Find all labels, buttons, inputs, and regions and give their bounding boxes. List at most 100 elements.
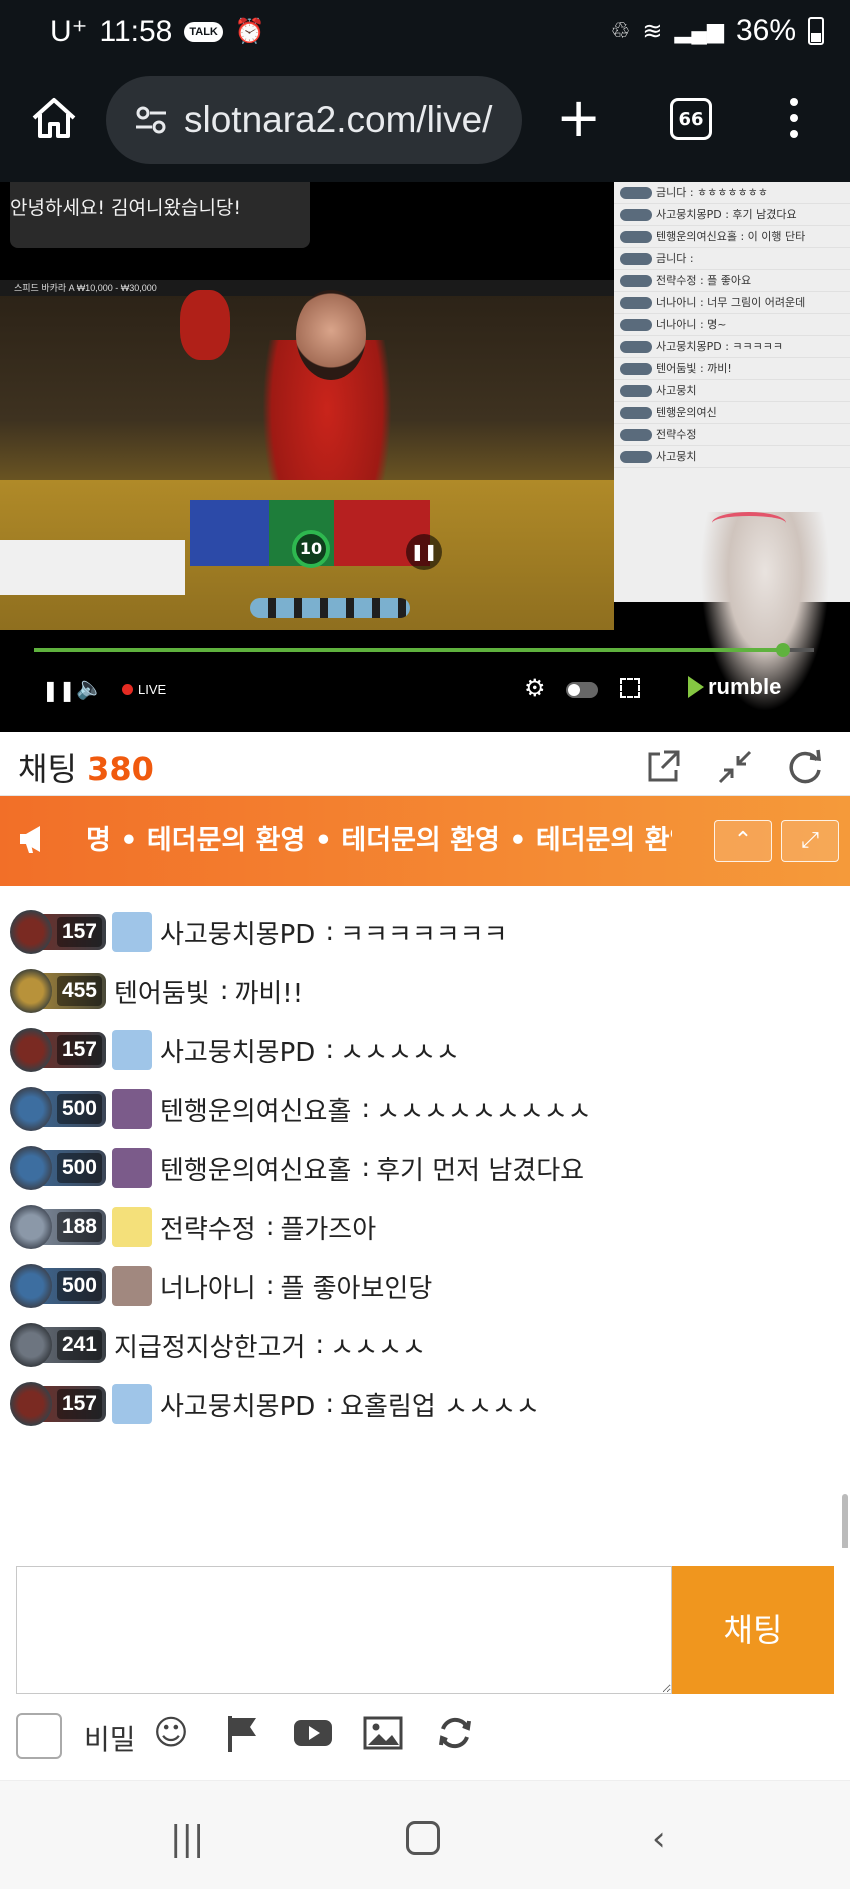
refresh-icon[interactable] — [786, 748, 824, 786]
level-badge: 455 — [10, 969, 106, 1013]
autoplay-toggle[interactable] — [566, 682, 598, 698]
live-casino-stream: 스피드 바카라 A ₩10,000 - ₩30,000 10 ❚❚ — [0, 280, 614, 630]
level-badge: 500 — [10, 1087, 106, 1131]
gear-icon[interactable]: ⚙ — [524, 674, 546, 702]
user-nickname[interactable]: 전략수정 — [160, 1209, 256, 1246]
progress-handle[interactable] — [775, 643, 790, 657]
level-emblem-icon — [10, 1264, 52, 1308]
side-chat-text: 사고뭉치 — [656, 384, 697, 397]
chat-message[interactable]: 500 텐행운의여신요홀: 후기 먼저 남겼다요 — [0, 1138, 840, 1198]
emoji-icon[interactable]: ☺ — [150, 1712, 192, 1754]
chat-message[interactable]: 157 사고뭉치몽PD: 요홀림업 ㅅㅅㅅㅅ — [0, 1374, 840, 1434]
pause-icon[interactable]: ❚❚ — [42, 678, 76, 702]
message-text: 플가즈아 — [280, 1214, 377, 1245]
secret-checkbox[interactable] — [16, 1713, 62, 1759]
recent-apps-icon[interactable]: ||| — [170, 1819, 204, 1859]
chat-input[interactable] — [16, 1566, 672, 1694]
flag-icon[interactable] — [222, 1712, 264, 1754]
notice-banner: 명 • 테더문의 환영 • 테더문의 환영 • 테더문의 환영 • 테더문의 환… — [0, 796, 850, 886]
message-text: 요홀림업 ㅅㅅㅅㅅ — [340, 1391, 540, 1422]
tab-switcher-button[interactable]: 66 — [670, 98, 712, 140]
minimize-icon[interactable] — [716, 748, 754, 786]
user-avatar — [112, 1207, 152, 1247]
level-emblem-icon — [10, 1382, 52, 1426]
video-player[interactable]: 스피드 바카라 A ₩10,000 - ₩30,000 10 ❚❚ 금니다 : … — [0, 182, 850, 732]
youtube-icon[interactable] — [292, 1712, 334, 1754]
message-text: ㅅㅅㅅㅅㅅㅅㅅㅅㅅ — [376, 1096, 592, 1127]
wifi-icon: ≋ — [642, 17, 663, 45]
home-icon[interactable] — [28, 92, 80, 144]
clock: 11:58 — [99, 14, 173, 48]
chat-messages: 157 사고뭉치몽PD: ㅋㅋㅋㅋㅋㅋㅋ 455 텐어둠빛: 까비!! 157 사고뭉치몽PD… — [0, 886, 850, 1548]
more-menu-icon[interactable] — [786, 98, 802, 142]
progress-bar[interactable] — [34, 643, 814, 657]
volume-icon[interactable]: 🔈 — [76, 676, 103, 701]
user-nickname[interactable]: 텐행운의여신요홀 — [160, 1091, 351, 1128]
chat-message[interactable]: 157 사고뭉치몽PD: ㅅㅅㅅㅅㅅ — [0, 1020, 840, 1080]
new-tab-icon[interactable]: + — [556, 88, 601, 148]
user-avatar — [112, 1384, 152, 1424]
chat-message[interactable]: 500 텐행운의여신요홀: ㅅㅅㅅㅅㅅㅅㅅㅅㅅ — [0, 1079, 840, 1139]
overlay-pause-icon[interactable]: ❚❚ — [406, 534, 442, 570]
message-separator: : — [219, 976, 229, 1006]
address-bar[interactable]: slotnara2.com/live/ — [106, 76, 522, 164]
user-nickname[interactable]: 사고뭉치몽PD — [160, 1032, 315, 1069]
level-badge: 157 — [10, 910, 106, 954]
game-title: 스피드 바카라 A ₩10,000 - ₩30,000 — [0, 280, 614, 296]
side-chat-level-badge — [620, 429, 652, 441]
side-chat-text: 텐어둠빛 : 까비! — [656, 362, 732, 375]
notice-text: 명 • 테더문의 환영 • 테더문의 환영 • 테더문의 환영 • 테더문의 환… — [86, 825, 672, 856]
level-badge: 188 — [10, 1205, 106, 1249]
chip-tray — [250, 598, 410, 618]
user-nickname[interactable]: 지급정지상한고거 — [114, 1327, 305, 1364]
side-chat-row: 사고뭉치 — [614, 446, 850, 468]
chat-message[interactable]: 500 너나아니: 플 좋아보인당 — [0, 1256, 840, 1316]
side-chat-level-badge — [620, 253, 652, 265]
collapse-notice-button[interactable]: ⌃ — [714, 820, 772, 862]
user-nickname[interactable]: 텐어둠빛 — [114, 973, 210, 1010]
expand-notice-button[interactable]: ⤢ — [781, 820, 839, 862]
level-emblem-icon — [10, 969, 52, 1013]
message-separator: : — [325, 1389, 335, 1419]
chat-message[interactable]: 157 사고뭉치몽PD: ㅋㅋㅋㅋㅋㅋㅋ — [0, 902, 840, 962]
side-chat-level-badge — [620, 451, 652, 463]
url-text: slotnara2.com/live/ — [184, 99, 493, 140]
user-nickname[interactable]: 사고뭉치몽PD — [160, 914, 315, 951]
message-separator: : — [325, 1035, 335, 1065]
side-chat-text: 너나아니 : 너무 그림이 어려운데 — [656, 296, 806, 309]
site-settings-icon[interactable] — [134, 105, 168, 135]
rumble-logo[interactable]: rumble — [688, 674, 781, 700]
chat-message[interactable]: 241 지급정지상한고거: ㅅㅅㅅㅅ — [0, 1315, 840, 1375]
user-nickname[interactable]: 너나아니 — [160, 1268, 256, 1305]
user-avatar — [112, 1148, 152, 1188]
level-badge: 157 — [10, 1028, 106, 1072]
sync-icon[interactable] — [434, 1712, 476, 1754]
side-chat-row: 사고뭉치 — [614, 380, 850, 402]
popout-icon[interactable] — [644, 748, 682, 786]
user-nickname[interactable]: 사고뭉치몽PD — [160, 1386, 315, 1423]
back-icon[interactable]: ‹ — [652, 1819, 666, 1859]
level-emblem-icon — [10, 1323, 52, 1367]
send-button[interactable]: 채팅 — [672, 1566, 834, 1694]
message-text: ㅅㅅㅅㅅㅅ — [340, 1037, 460, 1068]
user-nickname[interactable]: 텐행운의여신요홀 — [160, 1150, 351, 1187]
side-chat-text: 텐행운의여신요홀 : 이 이행 단타 — [656, 230, 806, 243]
home-nav-icon[interactable] — [406, 1821, 440, 1855]
side-chat-text: 금니다 : — [656, 252, 694, 265]
side-chat-text: 전략수정 : 플 좋아요 — [656, 274, 752, 287]
alarm-icon: ⏰ — [234, 18, 265, 45]
user-avatar — [112, 1266, 152, 1306]
side-chat-row: 너나아니 : 너무 그림이 어려운데 — [614, 292, 850, 314]
fullscreen-icon[interactable] — [620, 678, 640, 698]
greeting-overlay: 안녕하세요! 김여니왔습니당! — [10, 182, 310, 248]
level-badge: 241 — [10, 1323, 106, 1367]
roadmap-board — [0, 540, 185, 595]
level-badge: 157 — [10, 1382, 106, 1426]
chat-message[interactable]: 455 텐어둠빛: 까비!! — [0, 961, 840, 1021]
live-label: LIVE — [138, 682, 167, 697]
level-emblem-icon — [10, 1205, 52, 1249]
message-separator: : — [265, 1212, 275, 1242]
chat-message[interactable]: 188 전략수정: 플가즈아 — [0, 1197, 840, 1257]
chat-scrollbar[interactable] — [842, 1494, 848, 1548]
image-icon[interactable] — [362, 1712, 404, 1754]
